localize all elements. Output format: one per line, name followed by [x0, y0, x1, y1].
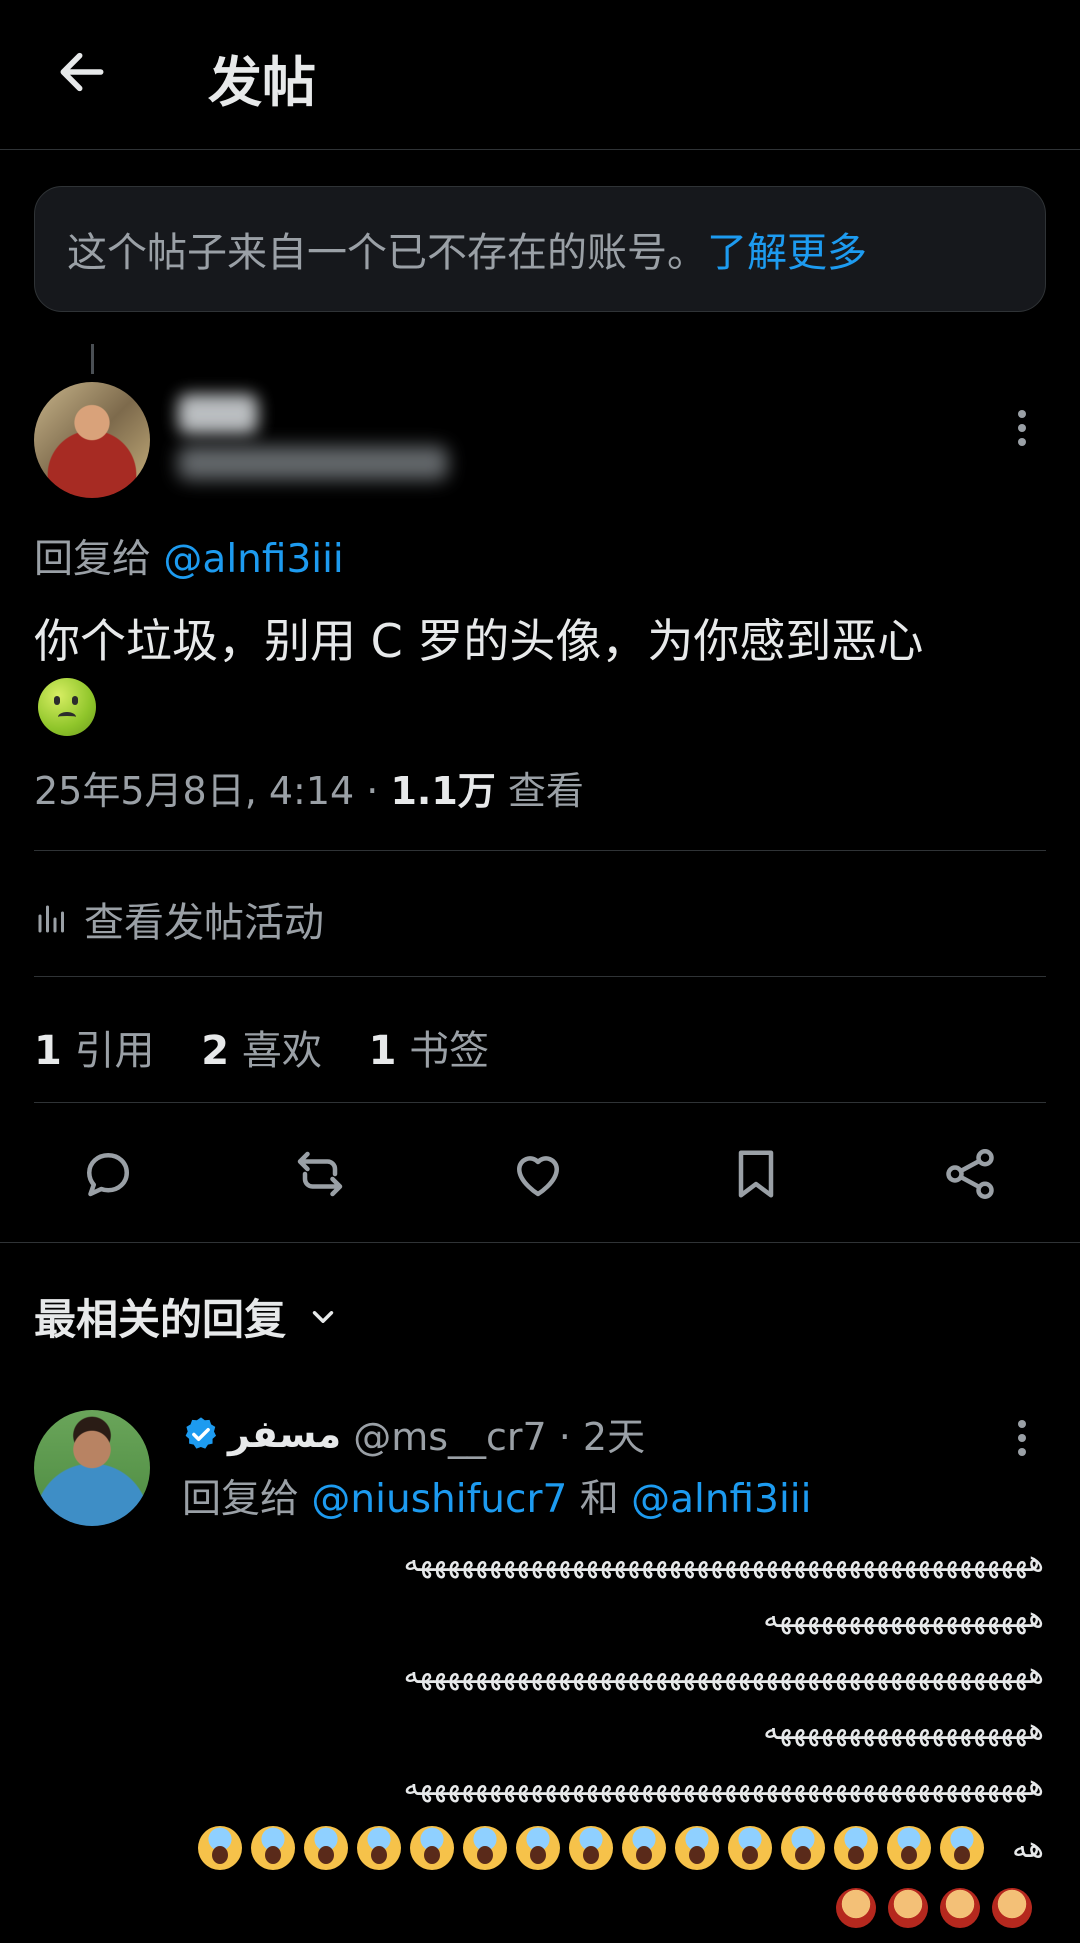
bookmark-icon[interactable] — [726, 1144, 786, 1204]
top-bar: 发帖 — [0, 0, 1080, 150]
reply-text-line: هههههههههههههههههههه — [763, 1712, 1044, 1747]
reply-prefix: 回复给 — [182, 1477, 300, 1522]
screaming-face-emoji-icon — [675, 1826, 719, 1870]
mention-link[interactable]: @alnfi3iii — [163, 537, 343, 582]
replies-sort-dropdown[interactable]: 最相关的回复 — [34, 1286, 340, 1347]
screaming-face-emoji-icon — [940, 1826, 984, 1870]
activity-label: 查看发帖活动 — [84, 900, 324, 946]
divider — [34, 850, 1046, 851]
section-divider — [0, 1242, 1080, 1243]
screaming-face-emoji-icon — [357, 1826, 401, 1870]
bookmarks-stat[interactable]: 1 书签 — [369, 1028, 490, 1074]
share-icon[interactable] — [940, 1144, 1000, 1204]
reply-to-line: 回复给 @alnfi3iii — [34, 528, 344, 584]
reply-icon[interactable] — [78, 1144, 138, 1204]
face-emoji-icon — [940, 1888, 980, 1928]
learn-more-link[interactable]: 了解更多 — [707, 220, 867, 278]
divider — [34, 976, 1046, 977]
screaming-face-emoji-icon — [781, 1826, 825, 1870]
screaming-emoji-row — [198, 1826, 984, 1870]
deleted-account-notice: 这个帖子来自一个已不存在的账号。 了解更多 — [34, 186, 1046, 312]
back-arrow-icon[interactable] — [54, 44, 110, 100]
reply-text-line: هههههههههههههههههههههههههههههههههههههههه… — [403, 1656, 1044, 1691]
face-emoji-icon — [992, 1888, 1032, 1928]
likes-count: 2 — [201, 1028, 230, 1074]
bookmarks-count: 1 — [368, 1028, 397, 1074]
like-heart-icon[interactable] — [508, 1144, 568, 1204]
author-name-redacted — [178, 394, 258, 434]
post-date: 25年5月8日, 4:14 · — [34, 769, 391, 813]
reply-text-line: هههههههههههههههههههههههههههههههههههههههه… — [403, 1768, 1044, 1803]
thread-connector — [91, 344, 94, 374]
screaming-face-emoji-icon — [410, 1826, 454, 1870]
bookmarks-label: 书签 — [409, 1028, 490, 1074]
analytics-icon — [38, 905, 64, 933]
quotes-stat[interactable]: 1 引用 — [34, 1028, 155, 1074]
notice-text: 这个帖子来自一个已不存在的账号。 — [67, 230, 707, 276]
screaming-face-emoji-icon — [516, 1826, 560, 1870]
page-title: 发帖 — [208, 51, 316, 114]
reply-to-line: 回复给 @niushifucr7 和 @alnfi3iii — [182, 1468, 811, 1524]
reply-handle-time: @ms__cr7 · 2天 — [353, 1415, 646, 1459]
post-activity-link[interactable]: 查看发帖活动 — [34, 890, 324, 948]
reply-text-line: هه — [1012, 1830, 1044, 1865]
face-emoji-icon — [888, 1888, 928, 1928]
mention-link[interactable]: @niushifucr7 — [311, 1477, 567, 1522]
views-label: 查看 — [495, 769, 584, 813]
screaming-face-emoji-icon — [834, 1826, 878, 1870]
reply-author-avatar[interactable] — [34, 1410, 150, 1526]
screaming-face-emoji-icon — [622, 1826, 666, 1870]
reply-header: مسفر @ms__cr7 · 2天 — [182, 1406, 645, 1461]
face-emoji-row — [836, 1888, 1032, 1928]
replies-sort-label: 最相关的回复 — [34, 1295, 287, 1344]
likes-stat[interactable]: 2 喜欢 — [201, 1028, 322, 1074]
screaming-face-emoji-icon — [463, 1826, 507, 1870]
repost-icon[interactable] — [290, 1144, 350, 1204]
reply-more-options-icon[interactable] — [1016, 1418, 1028, 1458]
quotes-label: 引用 — [74, 1028, 155, 1074]
screaming-face-emoji-icon — [569, 1826, 613, 1870]
more-options-icon[interactable] — [1016, 408, 1028, 448]
nauseated-face-emoji-icon — [38, 678, 96, 736]
reply-prefix: 回复给 — [34, 537, 152, 582]
mention-link[interactable]: @alnfi3iii — [631, 1477, 811, 1522]
author-avatar[interactable] — [34, 382, 150, 498]
screaming-face-emoji-icon — [887, 1826, 931, 1870]
screaming-face-emoji-icon — [198, 1826, 242, 1870]
screaming-face-emoji-icon — [304, 1826, 348, 1870]
reply-and: 和 — [567, 1477, 632, 1522]
quotes-count: 1 — [34, 1028, 62, 1074]
chevron-down-icon — [312, 1310, 334, 1323]
screaming-face-emoji-icon — [251, 1826, 295, 1870]
screaming-face-emoji-icon — [728, 1826, 772, 1870]
reply-text-line: هههههههههههههههههههههههههههههههههههههههه… — [403, 1544, 1044, 1579]
reply-text-line: هههههههههههههههههههه — [763, 1600, 1044, 1635]
likes-label: 喜欢 — [241, 1028, 322, 1074]
reply-author-name[interactable]: مسفر — [228, 1412, 341, 1456]
views-count: 1.1万 — [390, 769, 496, 813]
author-handle-redacted — [178, 446, 448, 480]
engagement-stats: 1 引用 2 喜欢 1 书签 — [34, 1018, 523, 1076]
divider — [34, 1102, 1046, 1103]
post-text: 你个垃圾，别用 C 罗的头像，为你感到恶心 — [34, 614, 924, 668]
verified-badge-icon — [185, 1416, 217, 1449]
face-emoji-icon — [836, 1888, 876, 1928]
post-meta: 25年5月8日, 4:14 · 1.1万 查看 — [34, 760, 584, 815]
